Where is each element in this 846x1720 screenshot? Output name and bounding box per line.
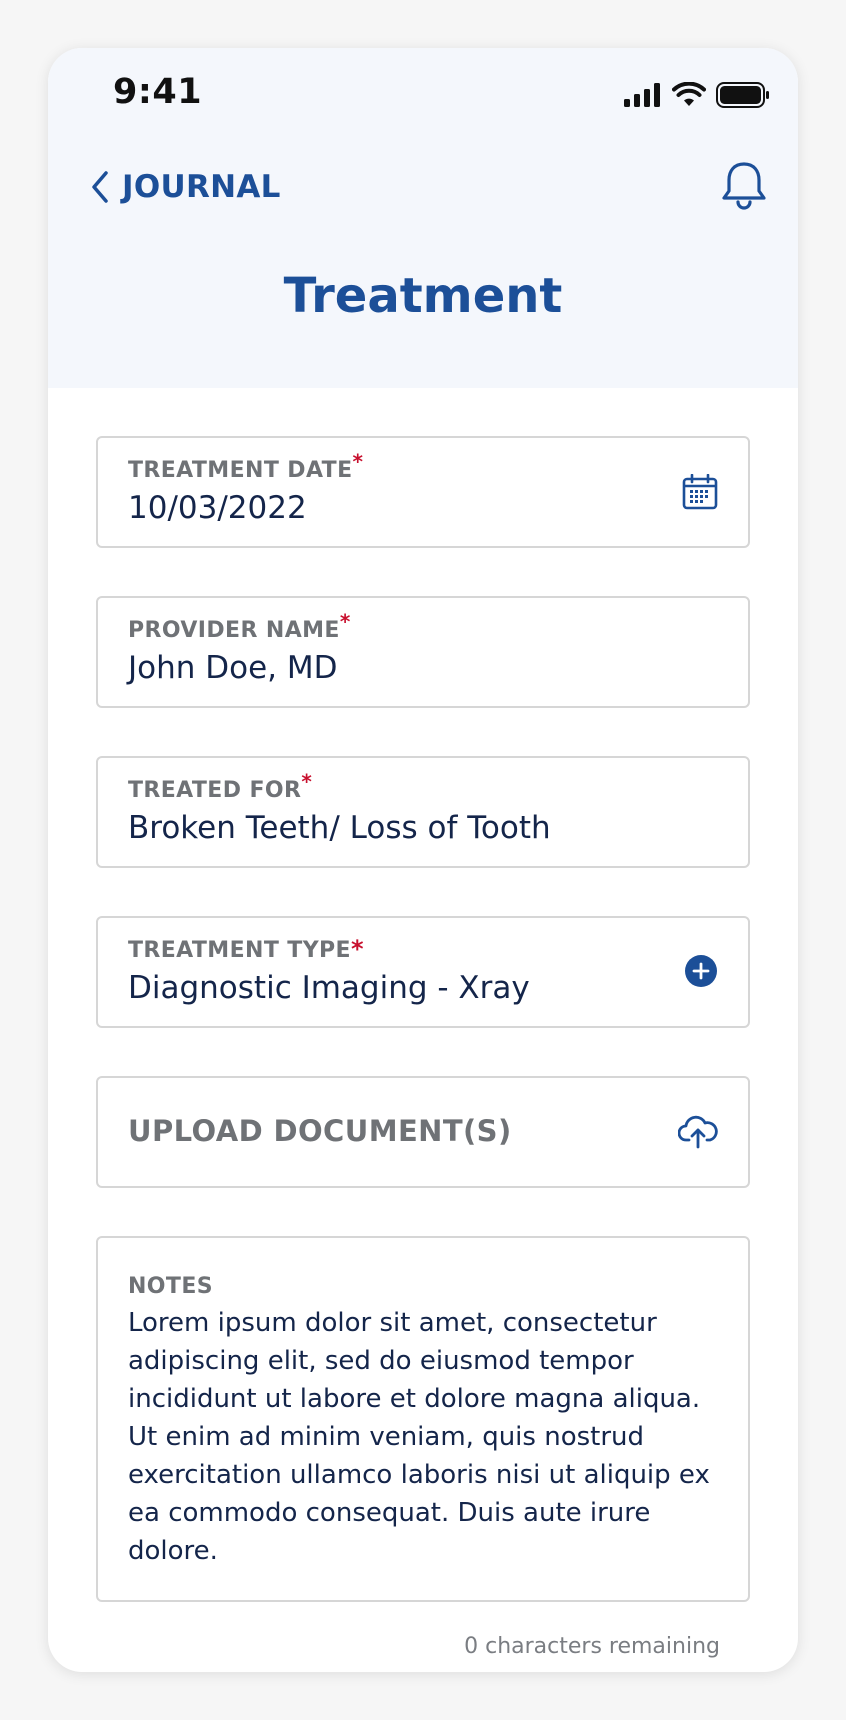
plus-circle-icon[interactable] bbox=[684, 954, 718, 988]
characters-remaining: 0 characters remaining bbox=[464, 1634, 720, 1659]
treatment-type-field[interactable]: TREATMENT TYPE* Diagnostic Imaging - Xra… bbox=[96, 916, 750, 1028]
notes-field[interactable]: NOTES Lorem ipsum dolor sit amet, consec… bbox=[96, 1236, 750, 1602]
status-icons bbox=[624, 78, 770, 112]
wifi-icon bbox=[672, 82, 706, 106]
provider-name-label: PROVIDER NAME* bbox=[128, 609, 351, 643]
treatment-date-value: 10/03/2022 bbox=[128, 490, 307, 526]
calendar-icon[interactable] bbox=[682, 474, 718, 510]
notes-text: Lorem ipsum dolor sit amet, consectetur … bbox=[128, 1308, 710, 1566]
treated-for-value: Broken Teeth/ Loss of Tooth bbox=[128, 810, 551, 846]
treated-for-label: TREATED FOR* bbox=[128, 769, 313, 803]
required-marker: * bbox=[352, 449, 364, 474]
cloud-upload-icon bbox=[678, 1115, 718, 1149]
bell-icon bbox=[722, 162, 766, 210]
notifications-button[interactable] bbox=[720, 160, 768, 212]
treatment-type-value: Diagnostic Imaging - Xray bbox=[128, 970, 530, 1006]
required-marker: * bbox=[351, 935, 364, 963]
phone-screen: 9:41 JOURNAL Treatment TREATMENT DATE* 1… bbox=[48, 48, 798, 1672]
treatment-date-field[interactable]: TREATMENT DATE* 10/03/2022 bbox=[96, 436, 750, 548]
notes-label: NOTES bbox=[128, 1274, 213, 1299]
provider-name-field[interactable]: PROVIDER NAME* John Doe, MD bbox=[96, 596, 750, 708]
back-button[interactable]: JOURNAL bbox=[90, 162, 281, 212]
header: 9:41 JOURNAL Treatment bbox=[48, 48, 798, 388]
upload-label: UPLOAD DOCUMENT(S) bbox=[128, 1114, 512, 1148]
required-marker: * bbox=[339, 609, 351, 634]
provider-name-value: John Doe, MD bbox=[128, 650, 338, 686]
treatment-date-label: TREATMENT DATE* bbox=[128, 449, 364, 483]
battery-icon bbox=[716, 82, 769, 108]
chevron-left-icon bbox=[92, 171, 108, 203]
signal-icon bbox=[624, 83, 660, 107]
treated-for-field[interactable]: TREATED FOR* Broken Teeth/ Loss of Tooth bbox=[96, 756, 750, 868]
status-time: 9:41 bbox=[113, 72, 203, 112]
required-marker: * bbox=[301, 769, 313, 794]
treatment-type-label: TREATMENT TYPE* bbox=[128, 935, 364, 963]
page-title: Treatment bbox=[283, 268, 563, 324]
upload-documents-button[interactable]: UPLOAD DOCUMENT(S) bbox=[96, 1076, 750, 1188]
back-label: JOURNAL bbox=[122, 169, 281, 205]
